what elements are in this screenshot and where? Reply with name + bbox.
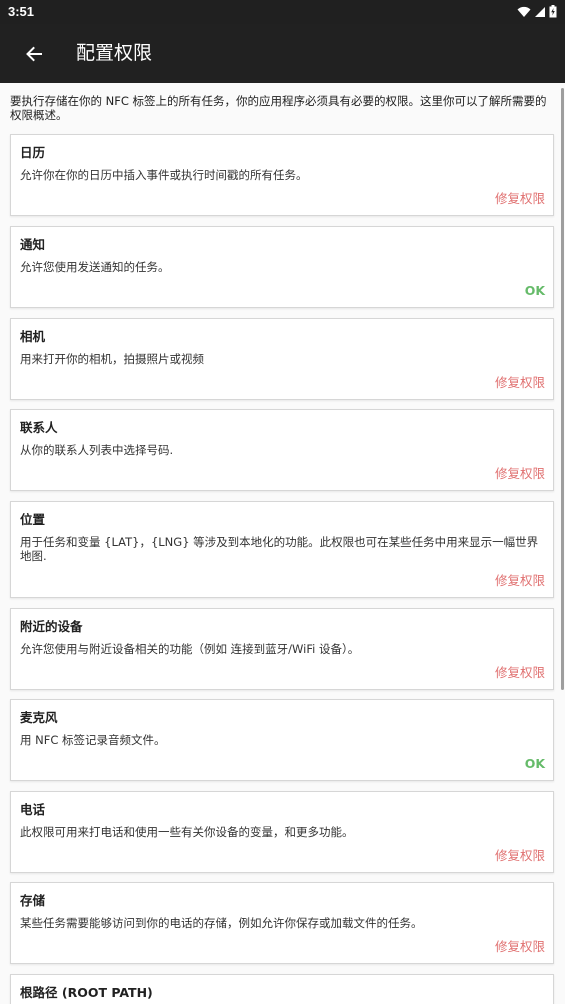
permission-card-calendar: 日历 允许你在你的日历中插入事件或执行时间戳的所有任务。 修复权限 xyxy=(10,134,554,216)
permission-title: 电话 xyxy=(20,802,46,817)
permission-desc: 用于任务和变量 {LAT}，{LNG} 等涉及到本地化的功能。此权限也可在某些任… xyxy=(20,535,539,563)
permission-title: 日历 xyxy=(20,145,46,160)
fix-permission-button[interactable]: 修复权限 xyxy=(495,375,545,391)
scrollbar[interactable] xyxy=(561,88,564,690)
permission-desc: 允许您使用发送通知的任务。 xyxy=(20,260,170,274)
permission-desc: 允许您使用与附近设备相关的功能（例如 连接到蓝牙/WiFi 设备）。 xyxy=(20,642,360,656)
permission-desc: 用来打开你的相机，拍摄照片或视频 xyxy=(20,352,204,366)
permission-desc: 此权限可用来打电话和使用一些有关你设备的变量，和更多功能。 xyxy=(20,825,354,839)
permission-title: 根路径 (ROOT PATH) xyxy=(20,985,153,1000)
permission-title: 附近的设备 xyxy=(20,619,83,634)
permission-title: 麦克风 xyxy=(20,710,58,725)
permission-title: 通知 xyxy=(20,237,46,252)
status-icons xyxy=(517,5,557,18)
fix-permission-button[interactable]: 修复权限 xyxy=(495,848,545,864)
signal-icon xyxy=(535,6,545,17)
permission-ok-status: OK xyxy=(524,756,545,771)
permission-card-location: 位置 用于任务和变量 {LAT}，{LNG} 等涉及到本地化的功能。此权限也可在… xyxy=(10,501,554,598)
fix-permission-button[interactable]: 修复权限 xyxy=(495,191,545,207)
status-bar: 3:51 xyxy=(0,0,565,24)
back-button[interactable] xyxy=(14,34,54,74)
arrow-left-icon xyxy=(26,46,42,62)
fix-permission-button[interactable]: 修复权限 xyxy=(495,573,545,589)
permission-ok-status: OK xyxy=(524,283,545,298)
permission-desc: 某些任务需要能够访问到你的电话的存储，例如允许你保存或加载文件的任务。 xyxy=(20,916,423,930)
permission-card-notification: 通知 允许您使用发送通知的任务。 OK xyxy=(10,226,554,308)
intro-text: 要执行存储在你的 NFC 标签上的所有任务，你的应用程序必须具有必要的权限。这里… xyxy=(10,94,547,122)
permissions-list[interactable]: 要执行存储在你的 NFC 标签上的所有任务，你的应用程序必须具有必要的权限。这里… xyxy=(0,83,565,1004)
permission-title: 存储 xyxy=(20,893,46,908)
fix-permission-button[interactable]: 修复权限 xyxy=(495,665,545,681)
fix-permission-button[interactable]: 修复权限 xyxy=(495,939,545,955)
app-bar: 配置权限 xyxy=(0,24,565,83)
permission-card-storage: 存储 某些任务需要能够访问到你的电话的存储，例如允许你保存或加载文件的任务。 修… xyxy=(10,882,554,964)
status-time: 3:51 xyxy=(8,4,35,19)
battery-icon xyxy=(549,5,557,18)
permission-title: 相机 xyxy=(20,329,46,344)
permission-card-camera: 相机 用来打开你的相机，拍摄照片或视频 修复权限 xyxy=(10,318,554,400)
wifi-icon xyxy=(517,6,531,17)
permission-card-root-path: 根路径 (ROOT PATH) xyxy=(10,974,554,1004)
page-title: 配置权限 xyxy=(76,42,153,64)
permission-desc: 允许你在你的日历中插入事件或执行时间戳的所有任务。 xyxy=(20,168,308,182)
permission-title: 位置 xyxy=(20,512,46,527)
fix-permission-button[interactable]: 修复权限 xyxy=(495,466,545,482)
permission-card-nearby-devices: 附近的设备 允许您使用与附近设备相关的功能（例如 连接到蓝牙/WiFi 设备）。… xyxy=(10,608,554,690)
permission-card-contacts: 联系人 从你的联系人列表中选择号码. 修复权限 xyxy=(10,409,554,491)
permission-card-microphone: 麦克风 用 NFC 标签记录音频文件。 OK xyxy=(10,699,554,781)
permission-desc: 用 NFC 标签记录音频文件。 xyxy=(20,733,166,747)
permission-card-phone: 电话 此权限可用来打电话和使用一些有关你设备的变量，和更多功能。 修复权限 xyxy=(10,791,554,873)
permission-title: 联系人 xyxy=(20,420,58,435)
permission-desc: 从你的联系人列表中选择号码. xyxy=(20,443,174,457)
